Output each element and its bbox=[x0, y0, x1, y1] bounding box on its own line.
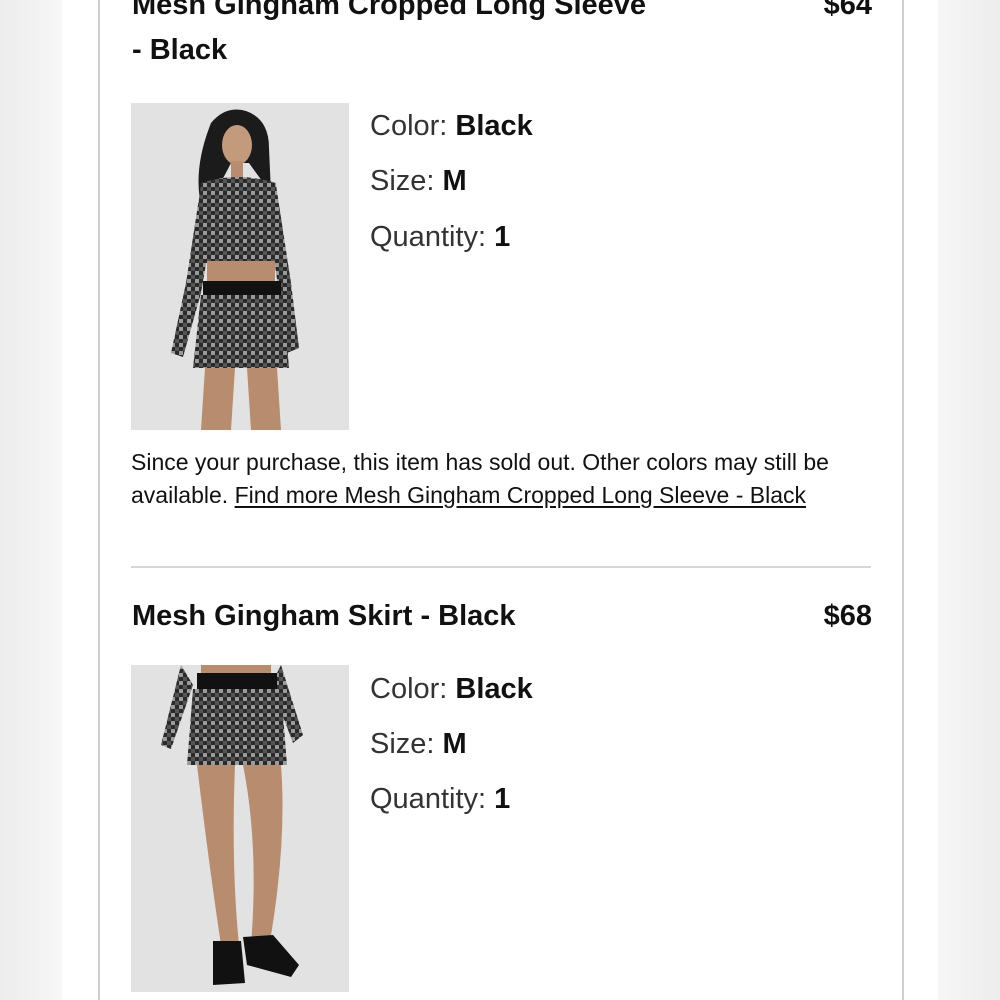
find-more-link[interactable]: Find more Mesh Gingham Cropped Long Slee… bbox=[235, 482, 806, 508]
quantity-value: 1 bbox=[494, 783, 511, 815]
card-border-left bbox=[98, 0, 100, 1000]
right-margin bbox=[938, 0, 1000, 1000]
size-attribute: Size: M bbox=[370, 724, 467, 764]
sold-out-notice: Since your purchase, this item has sold … bbox=[131, 446, 871, 512]
item-divider bbox=[131, 566, 871, 568]
item-title-line: - Black bbox=[132, 34, 228, 66]
quantity-label: Quantity: bbox=[370, 221, 487, 253]
item-title-line: Mesh Gingham Cropped Long Sleeve bbox=[132, 0, 647, 21]
item-price: $68 bbox=[823, 600, 872, 632]
size-attribute: Size: M bbox=[370, 161, 467, 201]
product-image[interactable] bbox=[131, 103, 349, 430]
color-attribute: Color: Black bbox=[370, 669, 533, 709]
model-photo-illustration bbox=[131, 665, 349, 992]
color-value: Black bbox=[455, 110, 533, 142]
card-border-right bbox=[902, 0, 904, 1000]
size-value: M bbox=[442, 728, 467, 760]
size-label: Size: bbox=[370, 165, 435, 197]
item-title[interactable]: Mesh Gingham Skirt - Black bbox=[132, 594, 752, 639]
order-page: Mesh Gingham Cropped Long Sleeve - Black… bbox=[62, 0, 938, 1000]
color-value: Black bbox=[455, 673, 533, 705]
quantity-label: Quantity: bbox=[370, 783, 487, 815]
quantity-value: 1 bbox=[494, 221, 511, 253]
color-label: Color: bbox=[370, 673, 448, 705]
color-label: Color: bbox=[370, 110, 448, 142]
size-label: Size: bbox=[370, 728, 435, 760]
quantity-attribute: Quantity: 1 bbox=[370, 217, 510, 257]
item-title[interactable]: Mesh Gingham Cropped Long Sleeve - Black bbox=[132, 0, 752, 73]
model-photo-illustration bbox=[131, 103, 349, 430]
quantity-attribute: Quantity: 1 bbox=[370, 779, 510, 819]
left-margin bbox=[0, 0, 62, 1000]
size-value: M bbox=[442, 165, 467, 197]
item-price: $64 bbox=[823, 0, 872, 21]
product-image[interactable] bbox=[131, 665, 349, 992]
color-attribute: Color: Black bbox=[370, 106, 533, 146]
